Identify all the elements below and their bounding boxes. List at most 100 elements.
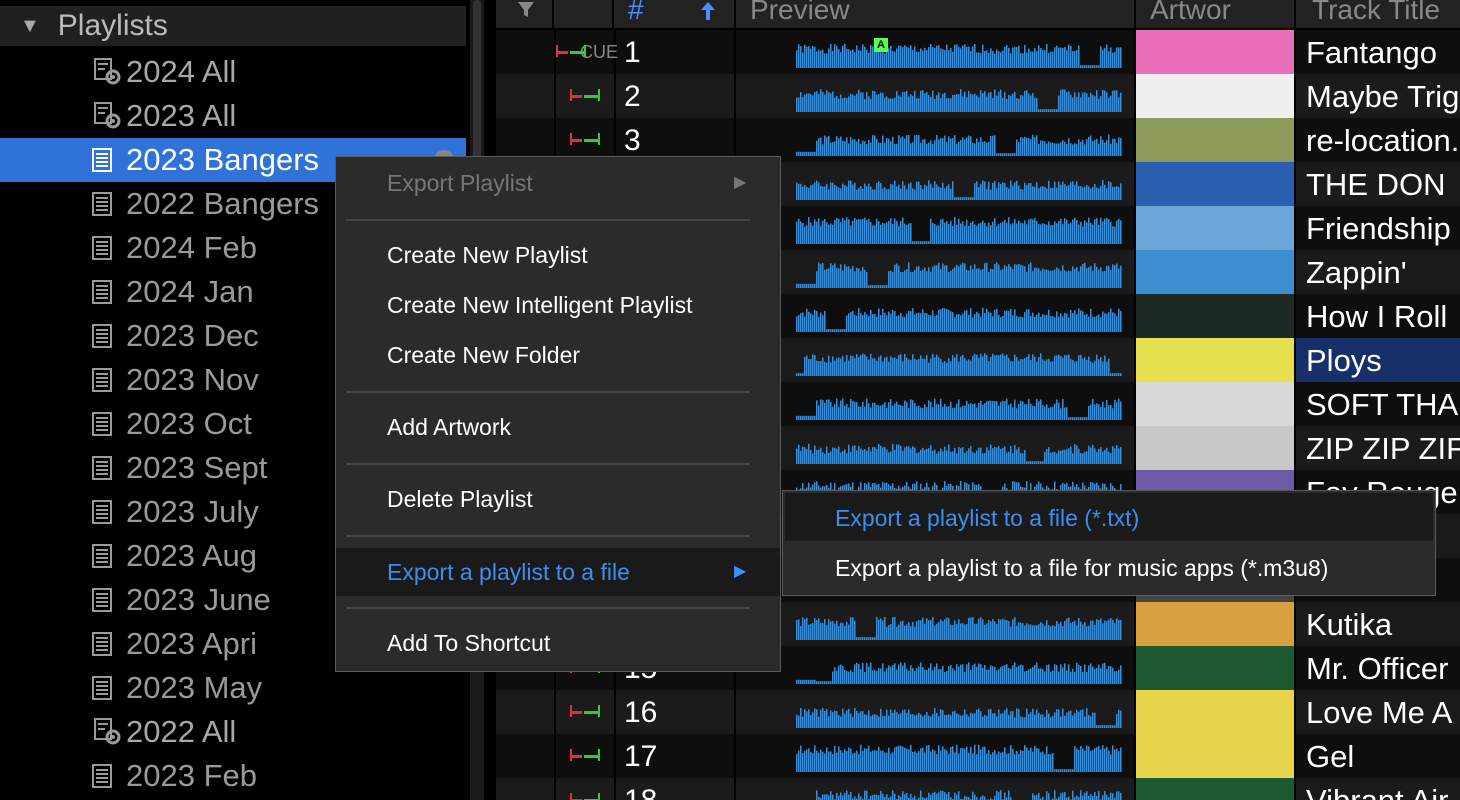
waveform-preview[interactable] <box>796 82 1122 112</box>
track-artwork <box>1136 382 1294 426</box>
playlist-item[interactable]: 2023 May <box>0 666 466 710</box>
menu-delete-playlist[interactable]: Delete Playlist <box>336 477 780 521</box>
track-list-header: # Preview Artwor Track Title <box>496 0 1460 28</box>
column-divider <box>734 778 736 800</box>
waveform-preview[interactable] <box>796 610 1122 640</box>
column-divider <box>1294 690 1296 734</box>
filter-column-header[interactable] <box>496 0 554 28</box>
waveform-preview[interactable] <box>796 346 1122 376</box>
menu-add-to-shortcut[interactable]: Add To Shortcut <box>336 621 780 665</box>
column-divider <box>614 778 616 800</box>
column-divider <box>554 690 556 734</box>
track-artwork <box>1136 778 1294 800</box>
playlist-item[interactable]: 2024 All <box>0 50 466 94</box>
hot-cue-icon <box>570 133 600 145</box>
preview-column-label: Preview <box>750 0 850 25</box>
menu-separator <box>346 463 750 465</box>
playlist-icon <box>92 628 112 660</box>
track-title: Ploys <box>1296 338 1460 382</box>
playlist-icon <box>92 672 112 704</box>
playlist-icon <box>92 232 112 264</box>
waveform-preview[interactable] <box>796 126 1122 156</box>
track-title: THE DON <box>1306 167 1446 202</box>
playlist-item-label: 2022 Bangers <box>126 186 320 221</box>
playlist-item-label: 2023 May <box>126 670 263 705</box>
column-divider <box>1294 646 1296 690</box>
waveform-preview[interactable] <box>796 214 1122 244</box>
menu-add-artwork[interactable]: Add Artwork <box>336 405 780 449</box>
menu-create-new-folder[interactable]: Create New Folder <box>336 333 780 377</box>
track-artwork <box>1136 30 1294 74</box>
menu-separator <box>346 219 750 221</box>
intelligent-playlist-icon <box>92 56 124 88</box>
track-title-column-header[interactable]: Track Title <box>1296 0 1460 28</box>
playlist-item[interactable]: 2022 All <box>0 710 466 754</box>
menu-create-new-intelligent-playlist[interactable]: Create New Intelligent Playlist <box>336 283 780 327</box>
track-artwork <box>1136 162 1294 206</box>
playlist-item-label: 2024 Feb <box>126 230 257 265</box>
sidebar-scrollbar-thumb[interactable] <box>473 0 481 170</box>
playlist-item[interactable]: 2023 Feb <box>0 754 466 798</box>
column-divider <box>554 74 556 118</box>
waveform-preview[interactable] <box>796 786 1122 800</box>
column-divider <box>1294 74 1296 118</box>
sort-ascending-icon <box>701 2 715 20</box>
playlist-item-label: 2024 All <box>126 54 237 89</box>
column-divider <box>1294 426 1296 470</box>
track-row[interactable]: 2 Maybe Trig <box>496 74 1460 118</box>
column-divider <box>614 734 616 778</box>
track-row[interactable]: 18 Vibrant Air <box>496 778 1460 800</box>
waveform-preview[interactable] <box>796 742 1122 772</box>
track-artwork <box>1136 602 1294 646</box>
playlist-item-label: 2023 Dec <box>126 318 259 353</box>
column-divider <box>554 778 556 800</box>
playlist-icon <box>92 496 112 528</box>
track-title: Gel <box>1306 739 1355 774</box>
track-row[interactable]: 17 Gel <box>496 734 1460 778</box>
track-title: ZIP ZIP ZIF <box>1306 431 1460 466</box>
submenu-export-txt[interactable]: Export a playlist to a file (*.txt) <box>785 493 1433 541</box>
menu-export-to-file[interactable]: Export a playlist to a file ▶ <box>336 548 780 596</box>
playlist-icon <box>92 408 112 440</box>
track-row[interactable]: 16 Love Me A <box>496 690 1460 734</box>
waveform-preview[interactable] <box>796 170 1122 200</box>
submenu-export-m3u8[interactable]: Export a playlist to a file for music ap… <box>785 543 1433 591</box>
artwork-column-label: Artwor <box>1150 0 1231 25</box>
track-row[interactable]: CUE 1 A Fantango <box>496 30 1460 74</box>
hot-cue-icon <box>556 45 586 57</box>
cue-column-header[interactable] <box>554 0 614 28</box>
waveform-preview[interactable] <box>796 258 1122 288</box>
waveform-preview[interactable] <box>796 698 1122 728</box>
playlists-header-label: Playlists <box>57 9 168 42</box>
playlists-header[interactable]: ▼ Playlists <box>0 6 466 46</box>
preview-column-header[interactable]: Preview <box>736 0 1136 28</box>
playlist-item[interactable]: 2023 All <box>0 94 466 138</box>
playlist-item-label: 2023 All <box>126 98 237 133</box>
memory-cue-badge: A <box>874 38 888 52</box>
collapse-triangle-icon[interactable]: ▼ <box>20 15 40 38</box>
waveform-preview[interactable] <box>796 390 1122 420</box>
column-divider <box>1294 30 1296 74</box>
waveform-preview[interactable] <box>796 38 1122 68</box>
track-title: re-location. <box>1306 123 1460 158</box>
filter-icon[interactable] <box>516 0 536 20</box>
column-divider <box>1294 250 1296 294</box>
column-divider <box>1294 778 1296 800</box>
waveform-preview[interactable] <box>796 434 1122 464</box>
waveform-preview[interactable] <box>796 654 1122 684</box>
track-artwork <box>1136 426 1294 470</box>
hot-cue-icon <box>570 89 600 101</box>
number-column-header[interactable]: # <box>614 0 736 28</box>
column-divider <box>734 734 736 778</box>
track-artwork <box>1136 118 1294 162</box>
column-divider <box>734 30 736 74</box>
playlist-icon <box>92 188 112 220</box>
playlist-icon <box>92 760 112 792</box>
menu-create-new-playlist[interactable]: Create New Playlist <box>336 233 780 277</box>
artwork-column-header[interactable]: Artwor <box>1136 0 1296 28</box>
menu-add-to-shortcut-label: Add To Shortcut <box>387 630 551 656</box>
track-title: Vibrant Air <box>1306 778 1448 800</box>
column-divider <box>1294 162 1296 206</box>
waveform-preview[interactable] <box>796 302 1122 332</box>
playlist-icon <box>92 452 112 484</box>
